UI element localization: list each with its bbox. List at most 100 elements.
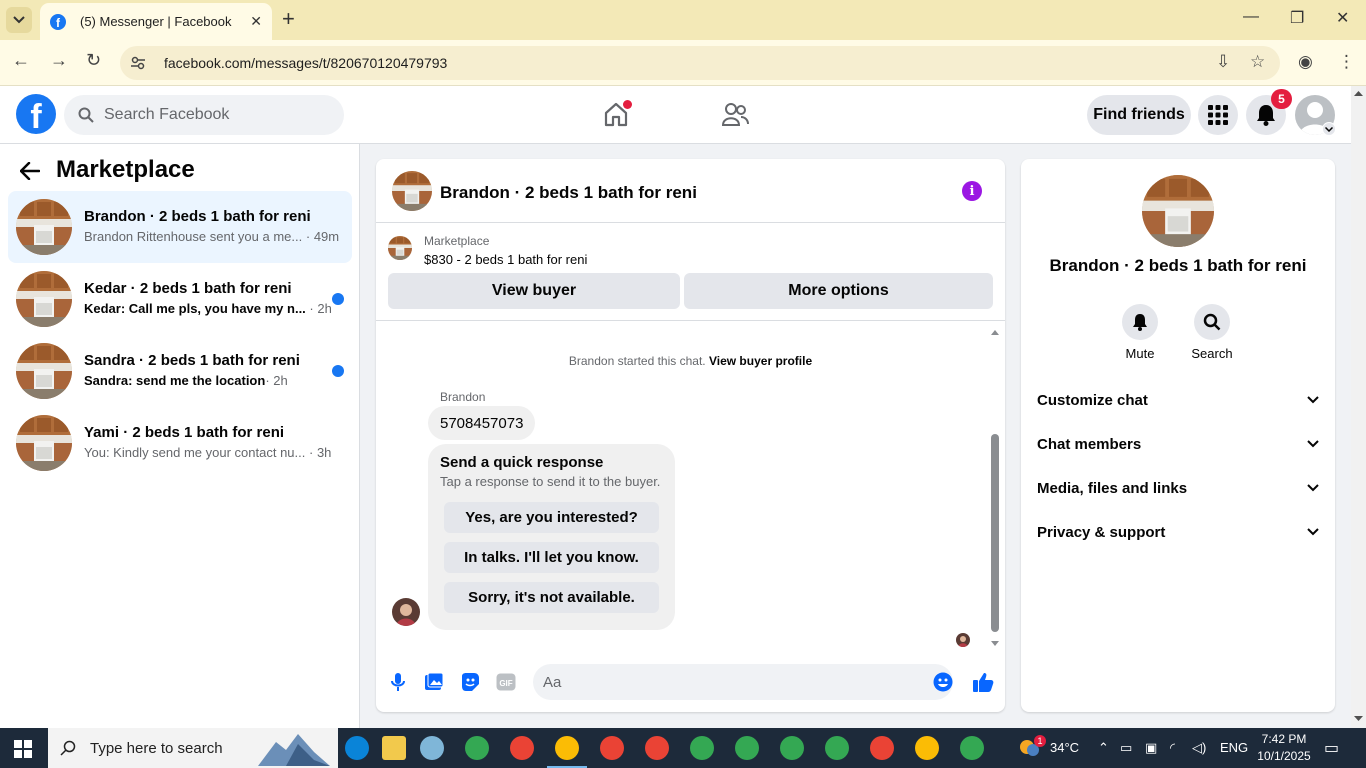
conversation-preview: Brandon Rittenhouse sent you a me... · 4…: [84, 229, 340, 244]
chrome-taskbar-icon[interactable]: [915, 736, 939, 760]
message-scrollbar[interactable]: [990, 328, 1000, 648]
chat-members-section[interactable]: Chat members: [1037, 432, 1319, 456]
taskbar-clock[interactable]: 7:42 PM 10/1/2025: [1252, 731, 1316, 765]
listing-thumbnail: [16, 271, 72, 327]
wifi-icon[interactable]: ◜: [1170, 740, 1175, 756]
page-scrollbar[interactable]: [1351, 86, 1366, 728]
tab-close-icon[interactable]: ✕: [250, 13, 262, 30]
conversation-item[interactable]: Sandra · 2 beds 1 bath for reni Sandra: …: [8, 335, 352, 407]
scrollbar-thumb[interactable]: [991, 434, 999, 632]
restore-icon[interactable]: ❐: [1290, 8, 1304, 28]
meet-now-icon[interactable]: ▣: [1145, 740, 1157, 756]
search-in-chat-button[interactable]: Search: [1182, 304, 1242, 361]
site-info-icon[interactable]: [130, 55, 146, 71]
info-icon[interactable]: i: [962, 181, 982, 201]
facebook-search-input[interactable]: Search Facebook: [64, 95, 344, 135]
back-arrow-icon[interactable]: [19, 160, 41, 186]
chrome-taskbar-icon[interactable]: [600, 736, 624, 760]
url-field[interactable]: facebook.com/messages/t/820670120479793: [120, 46, 1280, 80]
battery-icon[interactable]: ▭: [1120, 740, 1132, 756]
like-icon[interactable]: [972, 671, 994, 693]
listing-price[interactable]: $830 - 2 beds 1 bath for reni: [424, 252, 587, 267]
quick-reply-button[interactable]: Yes, are you interested?: [444, 502, 659, 533]
reload-icon[interactable]: ↻: [86, 50, 101, 71]
install-app-icon[interactable]: ⇩: [1216, 52, 1230, 72]
menu-dots-icon[interactable]: ⋮: [1338, 52, 1355, 72]
chevron-down-icon: [1307, 528, 1319, 536]
windows-start-icon[interactable]: [14, 740, 32, 758]
chat-details-avatar[interactable]: [1142, 175, 1214, 247]
chrome-taskbar-icon[interactable]: [690, 736, 714, 760]
conversation-item[interactable]: Kedar · 2 beds 1 bath for reni Kedar: Ca…: [8, 263, 352, 335]
quick-reply-button[interactable]: Sorry, it's not available.: [444, 582, 659, 613]
quick-response-subtitle: Tap a response to send it to the buyer.: [440, 474, 661, 489]
conversation-title: Yami · 2 beds 1 bath for reni: [84, 424, 285, 441]
message-input[interactable]: Aa: [533, 664, 953, 700]
profile-icon[interactable]: ◉: [1298, 52, 1313, 72]
friends-icon[interactable]: [721, 100, 749, 128]
listing-bar: Marketplace $830 - 2 beds 1 bath for ren…: [376, 223, 1005, 321]
sender-avatar[interactable]: [392, 598, 420, 626]
minimize-icon[interactable]: —: [1243, 8, 1259, 26]
photo-icon[interactable]: [423, 671, 445, 693]
customize-chat-section[interactable]: Customize chat: [1037, 388, 1319, 412]
file-explorer-taskbar-icon[interactable]: [382, 736, 406, 760]
account-chevron-icon[interactable]: [1322, 122, 1336, 136]
app-taskbar-icon[interactable]: [420, 736, 444, 760]
new-tab-icon[interactable]: +: [282, 8, 295, 30]
facebook-header: f Search Facebook Find friends: [0, 86, 1351, 144]
url-text: facebook.com/messages/t/820670120479793: [164, 55, 448, 71]
chrome-taskbar-icon[interactable]: [510, 736, 534, 760]
temperature[interactable]: 34°C: [1050, 740, 1079, 755]
input-language[interactable]: ENG: [1220, 740, 1248, 755]
mute-button[interactable]: Mute: [1110, 304, 1170, 361]
chat-title[interactable]: Brandon · 2 beds 1 bath for reni: [440, 183, 697, 203]
chat-avatar[interactable]: [392, 171, 432, 211]
scroll-down-icon[interactable]: [990, 640, 1000, 648]
bookmark-star-icon[interactable]: ☆: [1250, 52, 1265, 72]
privacy-support-section[interactable]: Privacy & support: [1037, 520, 1319, 544]
view-buyer-profile-link[interactable]: View buyer profile: [709, 354, 812, 368]
chrome-taskbar-icon[interactable]: [870, 736, 894, 760]
taskbar-search[interactable]: Type here to search: [48, 728, 338, 768]
chrome-taskbar-icon[interactable]: [645, 736, 669, 760]
view-buyer-button[interactable]: View buyer: [388, 273, 680, 309]
gif-icon[interactable]: GIF: [495, 671, 517, 693]
message-bubble[interactable]: 5708457073: [428, 406, 536, 440]
quick-reply-button[interactable]: In talks. I'll let you know.: [444, 542, 659, 573]
find-friends-button[interactable]: Find friends: [1087, 95, 1191, 135]
chevron-down-icon: [1307, 484, 1319, 492]
chrome-taskbar-icon[interactable]: [735, 736, 759, 760]
chrome-taskbar-icon[interactable]: [547, 736, 587, 768]
close-window-icon[interactable]: ✕: [1336, 8, 1349, 28]
menu-grid-button[interactable]: [1198, 95, 1238, 135]
conversation-item[interactable]: Brandon · 2 beds 1 bath for reni Brandon…: [8, 191, 352, 263]
sticker-icon[interactable]: [459, 671, 481, 693]
edge-taskbar-icon[interactable]: [345, 736, 369, 760]
chrome-taskbar-icon[interactable]: [780, 736, 804, 760]
media-files-links-section[interactable]: Media, files and links: [1037, 476, 1319, 500]
notification-center-icon[interactable]: ▭: [1324, 738, 1339, 758]
conversation-title: Sandra · 2 beds 1 bath for reni: [84, 352, 300, 369]
scroll-up-icon[interactable]: [990, 328, 1000, 336]
system-message: Brandon started this chat. View buyer pr…: [568, 354, 813, 368]
browser-tab[interactable]: f (5) Messenger | Facebook ✕: [40, 3, 272, 40]
facebook-logo-icon[interactable]: f: [16, 94, 56, 134]
chevron-down-icon: [1307, 440, 1319, 448]
emoji-icon[interactable]: [932, 671, 954, 693]
forward-icon[interactable]: →: [50, 50, 68, 71]
chrome-taskbar-icon[interactable]: [465, 736, 489, 760]
chrome-taskbar-icon[interactable]: [960, 736, 984, 760]
microphone-icon[interactable]: [387, 671, 409, 693]
search-icon: [60, 740, 76, 756]
volume-icon[interactable]: ◁): [1192, 740, 1206, 756]
scroll-up-icon[interactable]: [1351, 88, 1366, 98]
scroll-down-icon[interactable]: [1351, 714, 1366, 724]
show-hidden-icons-icon[interactable]: ⌃: [1098, 740, 1109, 756]
more-options-button[interactable]: More options: [684, 273, 993, 309]
clock-time: 7:42 PM: [1261, 732, 1307, 746]
back-icon[interactable]: ←: [12, 50, 30, 71]
tab-search-button[interactable]: [6, 7, 32, 33]
chrome-taskbar-icon[interactable]: [825, 736, 849, 760]
conversation-item[interactable]: Yami · 2 beds 1 bath for reni You: Kindl…: [8, 407, 352, 479]
